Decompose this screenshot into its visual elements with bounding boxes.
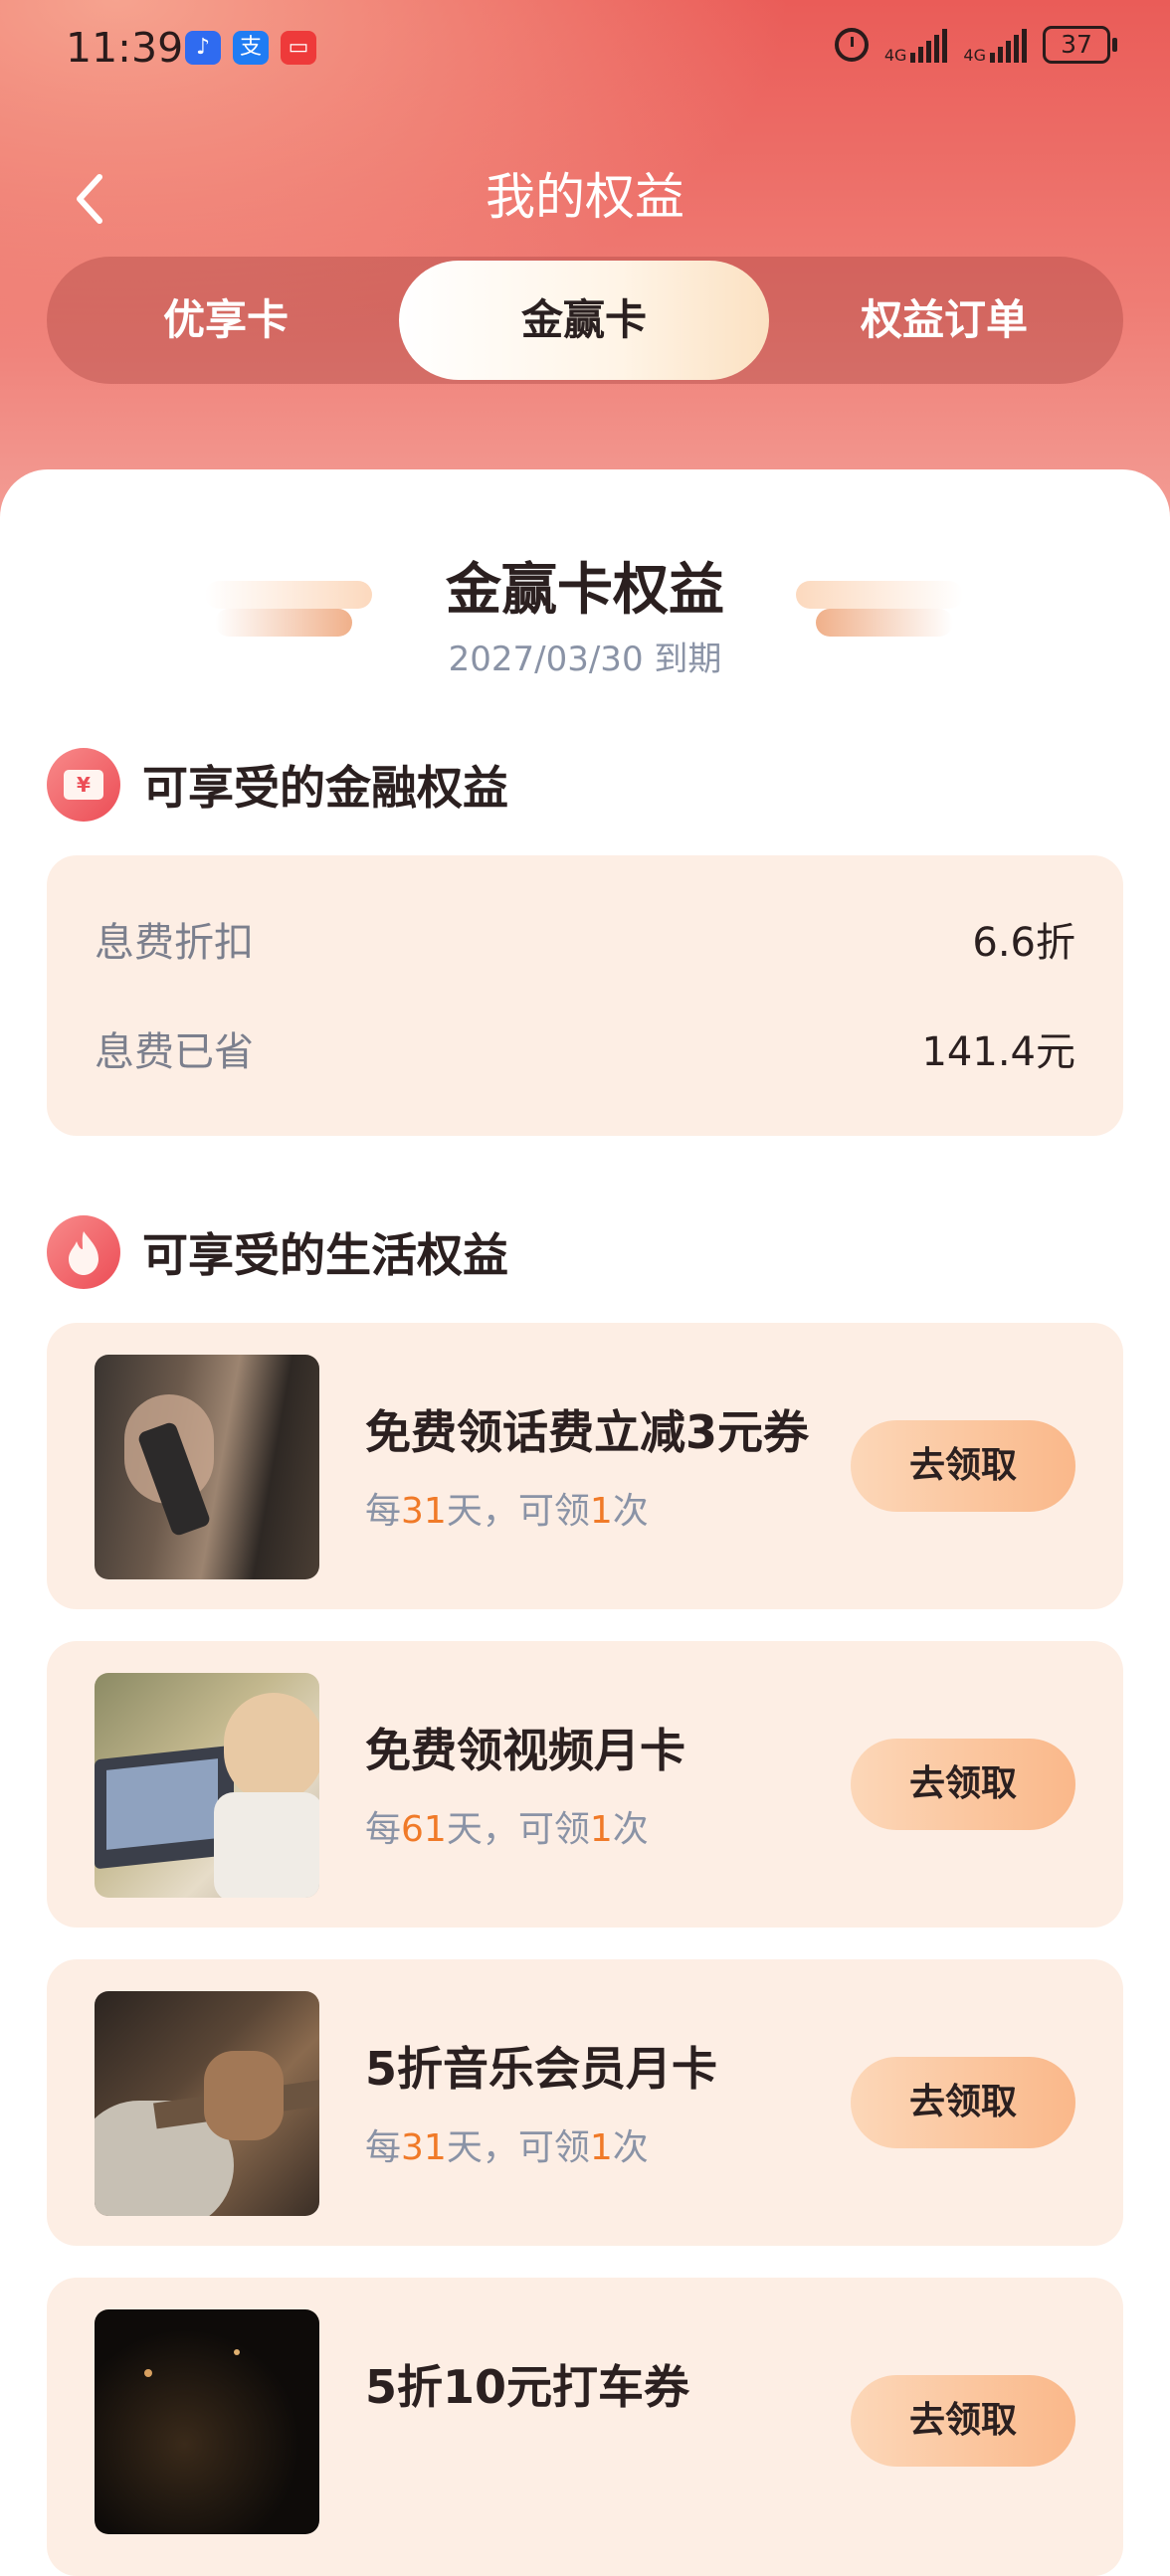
voice-app-icon: ♪	[185, 31, 221, 65]
finance-row-value: 141.4元	[921, 1029, 1075, 1075]
page-title: 我的权益	[486, 168, 684, 226]
item-title: 免费领话费立减3元券	[365, 1405, 810, 1459]
claim-button[interactable]: 去领取	[851, 1420, 1075, 1512]
list-item: 免费领话费立减3元券 每31天，可领1次 去领取	[47, 1323, 1123, 1609]
reader-app-icon: ▭	[281, 31, 316, 65]
network-type-2: 4G	[963, 46, 986, 65]
ticket-icon: ¥	[47, 748, 120, 822]
finance-section-header: ¥ 可享受的金融权益	[47, 748, 508, 822]
finance-row-value: 6.6折	[972, 920, 1075, 966]
finance-row: 息费折扣 6.6折	[95, 909, 1075, 969]
list-item: 5折音乐会员月卡 每31天，可领1次 去领取	[47, 1959, 1123, 2246]
item-image	[95, 1355, 319, 1579]
item-image	[95, 1673, 319, 1898]
item-frequency: 每31天，可领1次	[365, 1491, 649, 1532]
finance-section-title: 可享受的金融权益	[142, 761, 508, 815]
flame-icon	[47, 1215, 120, 1289]
item-frequency: 每31天，可领1次	[365, 2127, 649, 2168]
finance-row: 息费已省 141.4元	[95, 1018, 1075, 1078]
battery-icon: 37	[1043, 26, 1117, 64]
status-bar: 11:39 ♪ 支 ▭ 4G 4G 37	[0, 0, 1170, 99]
card-title: 金赢卡权益	[446, 558, 724, 623]
finance-benefits-box: 息费折扣 6.6折 息费已省 141.4元	[47, 855, 1123, 1136]
alarm-icon	[834, 28, 869, 62]
card-tabs: 优享卡 金赢卡 权益订单	[47, 257, 1123, 384]
list-item: 5折10元打车券 去领取	[47, 2278, 1123, 2576]
item-title: 免费领视频月卡	[365, 1724, 685, 1777]
expiry-date: 2027/03/30 到期	[448, 640, 722, 679]
signal-icon	[910, 27, 948, 63]
item-frequency: 每61天，可领1次	[365, 1809, 649, 1850]
claim-button[interactable]: 去领取	[851, 2375, 1075, 2467]
tab-benefit-orders[interactable]: 权益订单	[765, 257, 1123, 384]
card-header: 金赢卡权益 2027/03/30 到期	[0, 545, 1170, 680]
alipay-icon: 支	[233, 31, 269, 65]
finance-row-label: 息费折扣	[95, 920, 254, 966]
life-section-header: 可享受的生活权益	[47, 1215, 508, 1289]
signal-icon-2	[990, 27, 1027, 63]
claim-button[interactable]: 去领取	[851, 1739, 1075, 1830]
status-time: 11:39	[66, 24, 184, 72]
tab-jinying-card[interactable]: 金赢卡	[399, 261, 769, 380]
item-image	[95, 1991, 319, 2216]
life-section-title: 可享受的生活权益	[142, 1228, 508, 1282]
network-type-1: 4G	[883, 46, 907, 65]
item-image	[95, 2309, 319, 2534]
list-item: 免费领视频月卡 每61天，可领1次 去领取	[47, 1641, 1123, 1928]
item-title: 5折音乐会员月卡	[365, 2042, 718, 2096]
tab-youxiang-card[interactable]: 优享卡	[47, 257, 405, 384]
finance-row-label: 息费已省	[95, 1029, 254, 1075]
nav-bar: 我的权益	[0, 149, 1170, 239]
claim-button[interactable]: 去领取	[851, 2057, 1075, 2148]
item-title: 5折10元打车券	[365, 2360, 690, 2414]
